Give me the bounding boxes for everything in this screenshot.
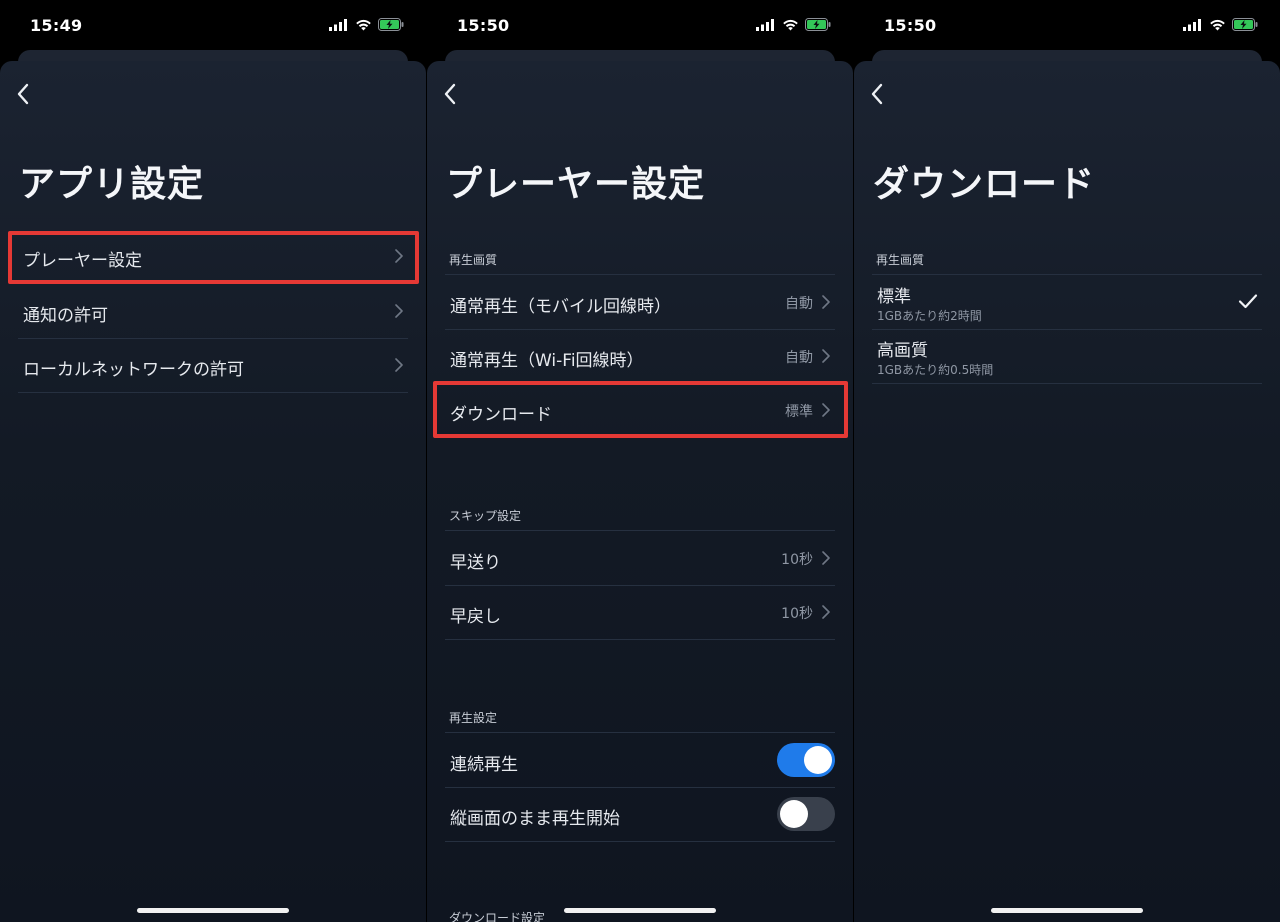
status-time: 15:49 — [30, 16, 83, 35]
chevron-right-icon — [822, 551, 830, 565]
screen-app-settings: 15:49 アプリ設定 プレーヤー設定 通知の許可 ローカルネットワークの許可 — [0, 0, 426, 922]
list-item-download-quality[interactable]: ダウンロード 標準 — [445, 383, 835, 438]
screen-download-quality: 15:50 ダウンロード 再生画質 標準 1GBあたり約2時間 高画質 1GBあ… — [854, 0, 1280, 922]
list-item-value: 標準 — [785, 404, 813, 420]
list-item-label: 縦画面のまま再生開始 — [450, 809, 620, 829]
signal-icon — [1183, 18, 1201, 31]
list-item-label: 早送り — [450, 553, 501, 573]
list-item-value: 10秒 — [781, 552, 813, 568]
wifi-icon — [783, 19, 798, 30]
option-description: 1GBあたり約2時間 — [877, 309, 982, 323]
continuous-play-toggle[interactable] — [777, 743, 835, 777]
status-bar: 15:50 — [854, 0, 1280, 52]
list-item-label: 通常再生（モバイル回線時） — [450, 297, 671, 317]
back-chevron-icon — [17, 83, 29, 105]
list-item-value: 自動 — [785, 350, 813, 366]
section-label-playback-settings: 再生設定 — [449, 711, 498, 725]
list-item-label: 早戻し — [450, 607, 501, 627]
chevron-right-icon — [395, 304, 403, 318]
section-label-skip-settings: スキップ設定 — [449, 509, 522, 523]
chevron-right-icon — [822, 403, 830, 417]
option-label: 標準 — [877, 287, 911, 307]
battery-charging-icon — [805, 18, 831, 31]
list-item-value: 自動 — [785, 296, 813, 312]
page-title: ダウンロード — [873, 164, 1096, 205]
home-indicator — [564, 908, 716, 913]
screen-player-settings: 15:50 プレーヤー設定 再生画質 通常再生（モバイル回線時） 自動 通常再生… — [427, 0, 853, 922]
status-bar: 15:50 — [427, 0, 853, 52]
back-chevron-icon — [444, 83, 456, 105]
settings-sheet: ダウンロード 再生画質 標準 1GBあたり約2時間 高画質 1GBあたり約0.5… — [854, 61, 1280, 922]
chevron-right-icon — [822, 349, 830, 363]
list-item-label: 通知の許可 — [23, 306, 108, 326]
list-item-value: 10秒 — [781, 606, 813, 622]
settings-sheet: プレーヤー設定 再生画質 通常再生（モバイル回線時） 自動 通常再生（Wi-Fi… — [427, 61, 853, 922]
toggle-knob — [780, 800, 808, 828]
quality-option-standard[interactable]: 標準 1GBあたり約2時間 — [872, 274, 1262, 330]
battery-charging-icon — [1232, 18, 1258, 31]
list-item-label: ダウンロード — [450, 405, 552, 425]
page-title: アプリ設定 — [19, 164, 205, 205]
back-chevron-icon — [871, 83, 883, 105]
home-indicator — [137, 908, 289, 913]
list-item-rewind[interactable]: 早戻し 10秒 — [445, 585, 835, 640]
status-time: 15:50 — [884, 16, 937, 35]
back-button[interactable] — [864, 81, 890, 107]
list-item-label: 通常再生（Wi-Fi回線時） — [450, 351, 644, 371]
chevron-right-icon — [395, 249, 403, 263]
list-item-portrait-play: 縦画面のまま再生開始 — [445, 787, 835, 842]
home-indicator — [991, 908, 1143, 913]
list-item-notification-permission[interactable]: 通知の許可 — [18, 284, 408, 339]
option-description: 1GBあたり約0.5時間 — [877, 363, 994, 377]
status-bar: 15:49 — [0, 0, 426, 52]
quality-option-high[interactable]: 高画質 1GBあたり約0.5時間 — [872, 329, 1262, 384]
settings-sheet: アプリ設定 プレーヤー設定 通知の許可 ローカルネットワークの許可 — [0, 61, 426, 922]
list-item-label: 連続再生 — [450, 755, 518, 775]
page-title: プレーヤー設定 — [446, 164, 706, 205]
section-label-playback-quality: 再生画質 — [449, 253, 498, 267]
chevron-right-icon — [822, 605, 830, 619]
signal-icon — [329, 18, 347, 31]
section-label-playback-quality: 再生画質 — [876, 253, 925, 267]
list-item-fast-forward[interactable]: 早送り 10秒 — [445, 530, 835, 586]
chevron-right-icon — [395, 358, 403, 372]
list-item-continuous-play: 連続再生 — [445, 732, 835, 788]
list-item-label: プレーヤー設定 — [23, 251, 142, 271]
signal-icon — [756, 18, 774, 31]
list-item-wifi-quality[interactable]: 通常再生（Wi-Fi回線時） 自動 — [445, 329, 835, 384]
portrait-play-toggle[interactable] — [777, 797, 835, 831]
list-item-label: ローカルネットワークの許可 — [23, 360, 244, 380]
option-label: 高画質 — [877, 341, 928, 361]
list-item-player-settings[interactable]: プレーヤー設定 — [18, 229, 408, 284]
section-label-download-settings: ダウンロード設定 — [449, 911, 546, 922]
back-button[interactable] — [437, 81, 463, 107]
back-button[interactable] — [10, 81, 36, 107]
battery-charging-icon — [378, 18, 404, 31]
wifi-icon — [1210, 19, 1225, 30]
chevron-right-icon — [822, 295, 830, 309]
status-time: 15:50 — [457, 16, 510, 35]
wifi-icon — [356, 19, 371, 30]
toggle-knob — [804, 746, 832, 774]
list-item-local-network-permission[interactable]: ローカルネットワークの許可 — [18, 338, 408, 393]
list-item-mobile-quality[interactable]: 通常再生（モバイル回線時） 自動 — [445, 274, 835, 330]
checkmark-icon — [1238, 294, 1258, 309]
